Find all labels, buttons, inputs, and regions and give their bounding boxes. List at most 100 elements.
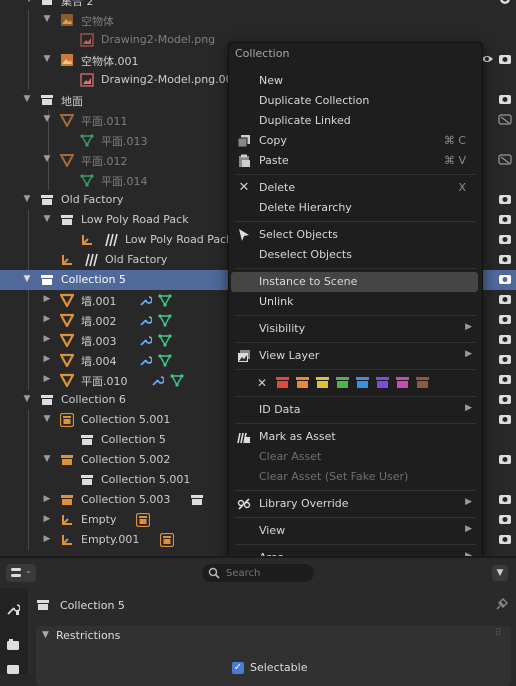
chevron-down-icon[interactable]: ▼ xyxy=(42,454,52,464)
chevron-right-icon[interactable]: ▶ xyxy=(42,354,52,364)
tool-tab-icon[interactable] xyxy=(6,602,20,616)
camera-icon[interactable] xyxy=(498,532,512,546)
mesh-data-icon[interactable] xyxy=(158,353,172,367)
menu-item-library-override[interactable]: Library Override ▶ xyxy=(231,494,478,514)
wrench-icon[interactable] xyxy=(138,313,152,327)
chevron-right-icon[interactable]: ▶ xyxy=(42,334,52,344)
chevron-down-icon[interactable]: ▼ xyxy=(42,14,52,24)
color-tag-pink-icon[interactable] xyxy=(396,376,409,389)
camera-icon[interactable] xyxy=(498,232,512,246)
options-dropdown-button[interactable]: ▼ xyxy=(492,565,508,581)
collection-instance-icon[interactable] xyxy=(136,513,150,527)
camera-icon[interactable] xyxy=(498,332,512,346)
menu-item-view[interactable]: View ▶ xyxy=(231,521,478,541)
camera-icon[interactable] xyxy=(498,512,512,526)
chevron-right-icon[interactable]: ▶ xyxy=(42,374,52,384)
menu-item-duplicate-linked[interactable]: Duplicate Linked xyxy=(231,111,478,131)
menu-item-visibility[interactable]: Visibility ▶ xyxy=(231,319,478,339)
chevron-right-icon[interactable]: ▶ xyxy=(42,294,52,304)
menu-item-id-data[interactable]: ID Data ▶ xyxy=(231,400,478,420)
menu-item-select-objects[interactable]: Select Objects xyxy=(231,225,478,245)
camera-icon[interactable] xyxy=(498,452,512,466)
collection-icon[interactable] xyxy=(190,493,204,507)
camera-icon[interactable] xyxy=(498,312,512,326)
camera-icon[interactable] xyxy=(498,372,512,386)
render-tab-icon[interactable] xyxy=(6,638,20,652)
mesh-data-icon[interactable] xyxy=(158,293,172,307)
output-tab-icon[interactable] xyxy=(6,664,20,674)
chevron-down-icon[interactable]: ▼ xyxy=(22,194,32,204)
table-row[interactable]: ▼ 集合 2 xyxy=(0,0,516,10)
chevron-right-icon[interactable]: ▶ xyxy=(42,314,52,324)
selectable-checkbox[interactable]: ✓ xyxy=(232,662,244,674)
menu-item-paste[interactable]: Paste ⌘ V xyxy=(231,151,478,171)
menu-item-view-layer[interactable]: View Layer ▶ xyxy=(231,346,478,366)
search-field[interactable] xyxy=(202,564,314,582)
camera-icon[interactable] xyxy=(498,492,512,506)
chevron-down-icon[interactable]: ▼ xyxy=(22,94,32,104)
menu-item-copy[interactable]: Copy ⌘ C xyxy=(231,131,478,151)
editor-type-button[interactable]: ⌄ xyxy=(6,564,36,582)
camera-icon[interactable] xyxy=(498,412,512,426)
menu-item-unlink[interactable]: Unlink xyxy=(231,292,478,312)
color-tag-red-icon[interactable] xyxy=(276,376,289,389)
camera-icon[interactable] xyxy=(498,212,512,226)
camera-icon[interactable] xyxy=(498,392,512,406)
menu-item-delete-hierarchy[interactable]: Delete Hierarchy xyxy=(231,198,478,218)
mesh-data-icon[interactable] xyxy=(170,373,184,387)
color-tag-brown-icon[interactable] xyxy=(416,376,429,389)
camera-icon[interactable] xyxy=(498,0,512,6)
wrench-icon[interactable] xyxy=(138,293,152,307)
menu-item-mark-as-asset[interactable]: Mark as Asset xyxy=(231,427,478,447)
camera-off-icon[interactable] xyxy=(498,152,512,166)
chevron-down-icon[interactable]: ▼ xyxy=(42,214,52,224)
wrench-icon[interactable] xyxy=(150,373,164,387)
camera-icon[interactable] xyxy=(498,272,512,286)
chevron-down-icon[interactable]: ▼ xyxy=(24,0,34,4)
wrench-icon[interactable] xyxy=(138,333,152,347)
mesh-data-icon[interactable] xyxy=(158,333,172,347)
drag-handle-icon[interactable]: ⠿ xyxy=(495,628,503,639)
menu-item-duplicate-collection[interactable]: Duplicate Collection xyxy=(231,91,478,111)
pin-icon[interactable] xyxy=(494,598,508,612)
chevron-right-icon[interactable]: ▶ xyxy=(42,494,52,504)
clear-color-tag-icon[interactable]: ✕ xyxy=(257,376,267,390)
chevron-down-icon: ▼ xyxy=(496,568,504,578)
menu-item-delete[interactable]: ✕ Delete X xyxy=(231,178,478,198)
search-input[interactable] xyxy=(224,565,312,582)
wrench-icon[interactable] xyxy=(138,353,152,367)
chevron-down-icon[interactable]: ▼ xyxy=(22,394,32,404)
color-tag-green-icon[interactable] xyxy=(336,376,349,389)
color-tag-yellow-icon[interactable] xyxy=(316,376,329,389)
camera-icon[interactable] xyxy=(498,292,512,306)
camera-icon[interactable] xyxy=(498,52,512,66)
menu-item-new[interactable]: New xyxy=(231,71,478,91)
camera-icon[interactable] xyxy=(498,192,512,206)
menu-item-deselect-objects[interactable]: Deselect Objects xyxy=(231,245,478,265)
collection-instance-icon xyxy=(61,495,73,505)
collection-instance-icon[interactable] xyxy=(160,533,174,547)
menu-separator xyxy=(235,490,476,491)
chevron-down-icon[interactable]: ▼ xyxy=(42,54,52,64)
color-tag-violet-icon[interactable] xyxy=(376,376,389,389)
chevron-right-icon[interactable]: ▶ xyxy=(42,534,52,544)
chevron-down-icon[interactable]: ▼ xyxy=(42,414,52,424)
selectable-checkbox-row[interactable]: ✓ Selectable xyxy=(232,660,352,678)
color-tag-blue-icon[interactable] xyxy=(356,376,369,389)
chevron-down-icon[interactable]: ▼ xyxy=(42,114,52,124)
image-icon xyxy=(80,33,94,47)
row-label: Low Poly Road Pack xyxy=(81,213,189,226)
chevron-down-icon[interactable]: ▼ xyxy=(42,154,52,164)
paste-icon xyxy=(239,154,250,167)
color-tag-orange-icon[interactable] xyxy=(296,376,309,389)
table-row[interactable]: ▼ 空物体 xyxy=(0,10,516,30)
camera-icon[interactable] xyxy=(498,92,512,106)
restrictions-panel-header[interactable]: ▼ Restrictions ⠿ xyxy=(36,626,511,646)
camera-off-icon[interactable] xyxy=(498,112,512,126)
chevron-down-icon[interactable]: ▼ xyxy=(22,274,32,284)
menu-item-instance-to-scene[interactable]: Instance to Scene xyxy=(231,272,478,292)
chevron-right-icon[interactable]: ▶ xyxy=(42,514,52,524)
camera-icon[interactable] xyxy=(498,252,512,266)
mesh-data-icon[interactable] xyxy=(158,313,172,327)
camera-icon[interactable] xyxy=(498,352,512,366)
